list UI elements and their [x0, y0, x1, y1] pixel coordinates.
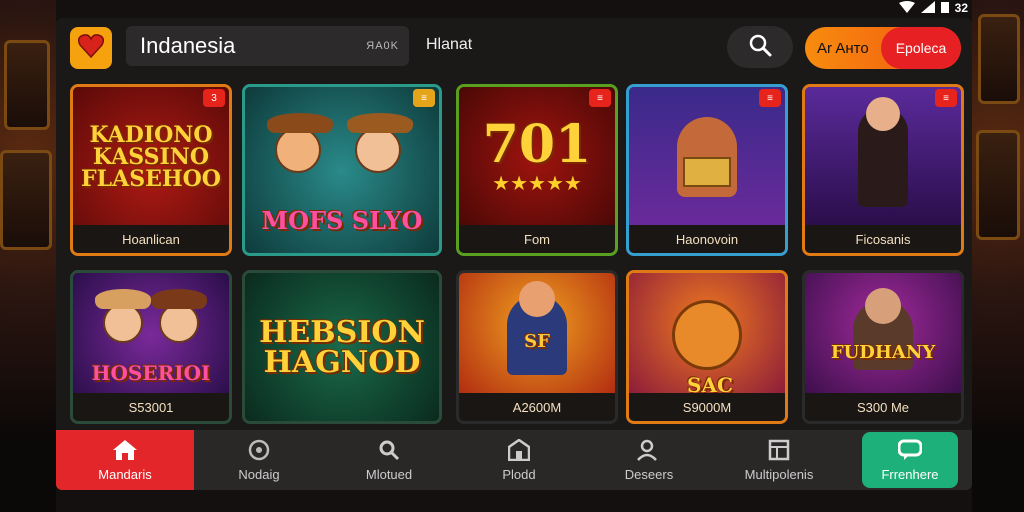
nav-item[interactable]: Plodd [454, 430, 584, 490]
game-card[interactable]: 701 ★★★★★ ≡ Fom [456, 84, 618, 256]
nav-label: Nodaig [238, 466, 280, 482]
game-caption: S9000M [629, 393, 785, 421]
user-icon [637, 439, 661, 461]
game-art [629, 87, 785, 227]
game-card[interactable]: ≡ Haonovoin [626, 84, 788, 256]
status-bar: 32 [848, 0, 968, 16]
game-art [805, 87, 961, 227]
chat-icon [898, 439, 922, 461]
nav-item[interactable]: Multipolenis [714, 430, 844, 490]
nav-label: Deseers [624, 466, 674, 482]
nav-item[interactable]: Nodaig [194, 430, 324, 490]
nav-label: Frrenhere [881, 466, 939, 482]
nav-home[interactable]: Mandaris [56, 430, 194, 490]
stars-icon: ★★★★★ [492, 172, 582, 195]
status-time: 32 [954, 1, 968, 15]
game-caption: Haonovoin [629, 225, 785, 253]
bottom-navigation: Mandaris Nodaig Mlotued Plodd Deseers Mu… [56, 430, 972, 490]
game-art: KADIONO KASSINO FLASEHOO [73, 87, 229, 227]
header-nav-link[interactable]: Hlanat [426, 36, 472, 54]
game-title: SF [524, 331, 550, 352]
shield-icon [248, 439, 270, 461]
game-card[interactable]: HEBSION HAGNOD [242, 270, 442, 424]
game-caption: Fom [459, 225, 615, 253]
heart-icon [77, 33, 105, 63]
search-tag: ЯA0K [366, 40, 399, 52]
search-title: Indanesia [140, 33, 236, 58]
nav-label: Multipolenis [744, 466, 814, 482]
nav-item[interactable]: Deseers [584, 430, 714, 490]
game-title: SAC [687, 373, 733, 397]
background-right [972, 0, 1024, 512]
game-title: HOSERIOI [91, 361, 211, 385]
search-icon [378, 439, 400, 461]
game-art: SAC [629, 273, 785, 397]
game-title: MOFS SLYO [261, 206, 423, 235]
home-icon [112, 439, 138, 461]
game-card[interactable]: FUDHANY S300 Me [802, 270, 964, 424]
game-badge: ≡ [589, 89, 611, 107]
search-button[interactable] [727, 26, 793, 68]
game-title: 701 [482, 113, 592, 175]
location-search[interactable]: Indanesia ЯA0K [126, 26, 409, 66]
game-card[interactable]: KADIONO KASSINO FLASEHOO 3 Hoanlican [70, 84, 232, 256]
dancer-figure [858, 97, 908, 207]
promo-button[interactable]: Ar Aнто Epoleca [805, 27, 961, 69]
game-art: 701 ★★★★★ [459, 87, 615, 227]
nav-label: Mlotued [365, 466, 413, 482]
game-card[interactable]: SF A2600M [456, 270, 618, 424]
game-card[interactable]: SAC S9000M [626, 270, 788, 424]
table-icon [768, 439, 790, 461]
game-caption: Hoanlican [73, 225, 229, 253]
warrior-figure [677, 117, 737, 197]
cowgirl-face [95, 289, 151, 343]
host-figure: FUDHANY [831, 288, 935, 370]
tiger-face: SAC [672, 300, 742, 395]
nav-label: Plodd [502, 466, 536, 482]
game-caption: S53001 [73, 393, 229, 421]
game-art: HEBSION HAGNOD [245, 273, 439, 421]
wifi-icon [898, 0, 915, 16]
cowgirl-face [347, 113, 413, 173]
cowgirl-face [151, 289, 207, 343]
game-badge: 3 [203, 89, 225, 107]
nav-item[interactable]: Mlotued [324, 430, 454, 490]
top-header: Indanesia ЯA0K Hlanat Ar Aнто Epoleca [56, 18, 972, 76]
game-caption: S300 Me [805, 393, 961, 421]
nav-label: Mandaris [98, 466, 152, 482]
game-art: MOFS SLYO [245, 87, 439, 253]
game-art: FUDHANY [805, 273, 961, 397]
game-card[interactable]: ≡ Ficosanis [802, 84, 964, 256]
signal-icon [920, 0, 935, 16]
game-art: HOSERIOI [73, 273, 229, 397]
game-title: FUDHANY [830, 342, 936, 363]
hero-figure: SF [507, 281, 567, 375]
nav-chat[interactable]: Frrenhere [862, 432, 958, 488]
game-caption: Ficosanis [805, 225, 961, 253]
game-badge: ≡ [759, 89, 781, 107]
app-window: Indanesia ЯA0K Hlanat Ar Aнто Epoleca KA… [56, 18, 972, 490]
game-badge: ≡ [935, 89, 957, 107]
app-logo[interactable] [70, 27, 112, 69]
search-icon [748, 33, 772, 62]
game-caption: A2600M [459, 393, 615, 421]
game-card[interactable]: MOFS SLYO ≡ [242, 84, 442, 256]
battery-icon [940, 1, 949, 16]
game-card[interactable]: HOSERIOI S53001 [70, 270, 232, 424]
promo-left-label: Ar Aнто [817, 39, 869, 57]
promo-right-label[interactable]: Epoleca [881, 27, 961, 69]
background-left [0, 0, 56, 512]
game-badge: ≡ [413, 89, 435, 107]
store-icon [508, 438, 530, 461]
cowboy-face [267, 113, 333, 173]
game-art: SF [459, 273, 615, 397]
game-title: KADIONO KASSINO FLASEHOO [81, 122, 221, 192]
game-title: HEBSION HAGNOD [259, 315, 425, 380]
